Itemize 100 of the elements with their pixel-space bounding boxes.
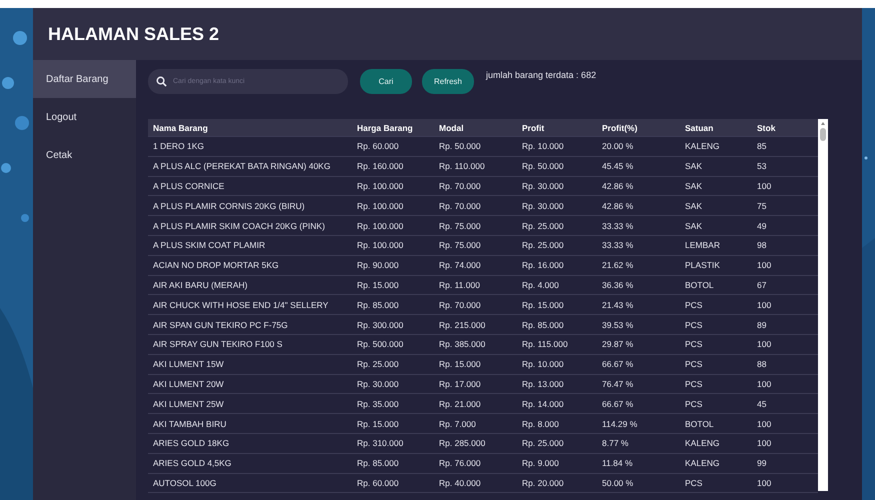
column-header: Modal bbox=[438, 122, 465, 134]
table-cell-text: 42.86 % bbox=[601, 200, 634, 213]
table-cell-text: Rp. 50.000 bbox=[521, 160, 565, 174]
table-cell-text: Rp. 76.000 bbox=[438, 457, 482, 470]
table-cell-text: Rp. 310.000 bbox=[356, 437, 404, 450]
table-cell-text: Rp. 90.000 bbox=[356, 259, 400, 272]
column-header: Profit bbox=[521, 122, 546, 134]
table-cell-text: Rp. 70.000 bbox=[438, 298, 482, 312]
table-cell-text: Rp. 70.000 bbox=[438, 200, 482, 213]
table-cell-text: 100 bbox=[756, 378, 772, 391]
item-count: jumlah barang terdata : 682 bbox=[486, 70, 596, 80]
table-cell-text: Rp. 11.000 bbox=[438, 278, 481, 292]
table-cell-text: BOTOL bbox=[684, 418, 715, 431]
scroll-up-icon[interactable] bbox=[821, 122, 825, 125]
table-cell-text: 88 bbox=[756, 358, 768, 372]
table-cell-text: AKI TAMBAH BIRU bbox=[152, 418, 228, 431]
table-cell-text: Rp. 110.000 bbox=[438, 160, 486, 174]
table-cell-text: 8.77 % bbox=[601, 437, 630, 450]
search-button[interactable]: Cari bbox=[360, 69, 412, 94]
table-cell-text: PCS bbox=[684, 398, 704, 411]
table-cell-text: SAK bbox=[684, 180, 704, 193]
table-cell-text: AKI LUMENT 20W bbox=[152, 378, 225, 391]
sidebar-item[interactable]: Daftar Barang bbox=[33, 60, 136, 98]
table-cell-text: Rp. 160.000 bbox=[356, 160, 404, 174]
table-cell-text: 100 bbox=[756, 298, 772, 312]
table-cell-text: 50.00 % bbox=[601, 476, 634, 490]
table-cell-text: 49 bbox=[756, 220, 768, 233]
table-cell-text: Rp. 16.000 bbox=[521, 259, 565, 272]
table-cell-text: PCS bbox=[684, 358, 704, 372]
table-cell-text: A PLUS SKIM COAT PLAMIR bbox=[152, 239, 266, 252]
table-cell-text: 75 bbox=[756, 200, 768, 213]
table-cell-text: AKI LUMENT 25W bbox=[152, 398, 225, 411]
table-cell-text: Rp. 9.000 bbox=[521, 457, 560, 470]
table-cell-text: 11.84 % bbox=[601, 457, 634, 470]
table-cell-text: Rp. 4.000 bbox=[521, 278, 560, 292]
table-cell-text: Rp. 15.000 bbox=[438, 358, 482, 372]
table-cell-text: 36.36 % bbox=[601, 278, 634, 292]
table-cell-text: PLASTIK bbox=[684, 259, 721, 272]
table-cell-text: AIR CHUCK WITH HOSE END 1/4" SELLERY bbox=[152, 298, 330, 312]
table-cell-text: SAK bbox=[684, 160, 704, 174]
table-cell-text: Rp. 40.000 bbox=[438, 476, 482, 490]
table-cell-text: Rp. 10.000 bbox=[521, 140, 565, 154]
table-cell-text: 100 bbox=[756, 437, 772, 450]
table-cell-text: SAK bbox=[684, 220, 704, 233]
column-header: Harga Barang bbox=[356, 122, 414, 135]
table-cell-text: KALENG bbox=[684, 457, 720, 470]
table-cell-text: Rp. 17.000 bbox=[438, 378, 482, 391]
scroll-thumb[interactable] bbox=[820, 128, 826, 141]
table-cell-text: Rp. 100.000 bbox=[356, 239, 404, 252]
table-cell-text: A PLUS PLAMIR SKIM COACH 20KG (PINK) bbox=[152, 220, 326, 233]
table-cell-text: 100 bbox=[756, 259, 772, 272]
table-cell-text: 114.29 % bbox=[601, 418, 638, 431]
scrollbar[interactable] bbox=[818, 119, 828, 491]
table-cell-text: 66.67 % bbox=[601, 358, 634, 372]
table-cell-text: 66.67 % bbox=[601, 398, 634, 411]
table-cell-text: 100 bbox=[756, 338, 772, 352]
table-cell-text: ARIES GOLD 18KG bbox=[152, 437, 230, 450]
table-cell-text: Rp. 60.000 bbox=[356, 476, 400, 490]
table-cell-text: ACIAN NO DROP MORTAR 5KG bbox=[152, 259, 280, 272]
table-cell-text: Rp. 25.000 bbox=[521, 220, 565, 233]
table-cell-text: Rp. 500.000 bbox=[356, 338, 404, 352]
table-cell-text: 53 bbox=[756, 160, 768, 174]
table-cell-text: Rp. 35.000 bbox=[356, 398, 400, 411]
table-cell-text: PCS bbox=[684, 298, 704, 312]
table-cell-text: Rp. 25.000 bbox=[356, 358, 400, 372]
table-cell-text: PCS bbox=[684, 338, 704, 352]
table-cell-text: LEMBAR bbox=[684, 239, 721, 252]
table-cell-text: 45.45 % bbox=[601, 160, 634, 174]
column-header: Stok bbox=[756, 122, 776, 134]
table-cell-text: 45 bbox=[756, 398, 768, 411]
table-cell-text: AIR AKI BARU (MERAH) bbox=[152, 278, 248, 292]
table-cell-text: Rp. 15.000 bbox=[356, 278, 400, 292]
table-cell-text: 33.33 % bbox=[601, 239, 634, 252]
table-cell-text: SAK bbox=[684, 200, 704, 213]
column-header: Profit(%) bbox=[601, 122, 638, 135]
table-cell-text: 76.47 % bbox=[601, 378, 634, 391]
table-cell-text: Rp. 74.000 bbox=[438, 259, 482, 272]
table-cell-text: Rp. 25.000 bbox=[521, 437, 565, 450]
table-cell-text: PCS bbox=[684, 476, 704, 490]
table-cell-text: A PLUS PLAMIR CORNIS 20KG (BIRU) bbox=[152, 200, 306, 213]
sidebar-item[interactable]: Cetak bbox=[33, 136, 136, 174]
column-header: Nama Barang bbox=[152, 122, 209, 135]
table-cell-text: Rp. 10.000 bbox=[521, 358, 565, 372]
table-cell-text: Rp. 15.000 bbox=[356, 418, 400, 431]
table-cell-text: Rp. 215.000 bbox=[438, 318, 486, 332]
refresh-button[interactable]: Refresh bbox=[422, 69, 474, 94]
table-cell-text: 33.33 % bbox=[601, 220, 634, 233]
table-cell-text: 100 bbox=[756, 476, 772, 490]
table-cell-text: Rp. 8.000 bbox=[521, 418, 560, 431]
table-cell-text: Rp. 20.000 bbox=[521, 476, 565, 490]
table-cell-text: 89 bbox=[756, 318, 768, 332]
table-cell-text: Rp. 115.000 bbox=[521, 338, 569, 352]
table-cell-text: AIR SPAN GUN TEKIRO PC F-75G bbox=[152, 318, 289, 332]
table-cell-text: Rp. 100.000 bbox=[356, 180, 404, 193]
table-cell-text: Rp. 285.000 bbox=[438, 437, 486, 450]
sidebar-item[interactable]: Logout bbox=[33, 98, 136, 136]
table-cell-text: Rp. 300.000 bbox=[356, 318, 404, 332]
table-cell-text: Rp. 60.000 bbox=[356, 140, 400, 154]
table-cell-text: 85 bbox=[756, 140, 768, 154]
table-cell-text: Rp. 75.000 bbox=[438, 239, 482, 252]
